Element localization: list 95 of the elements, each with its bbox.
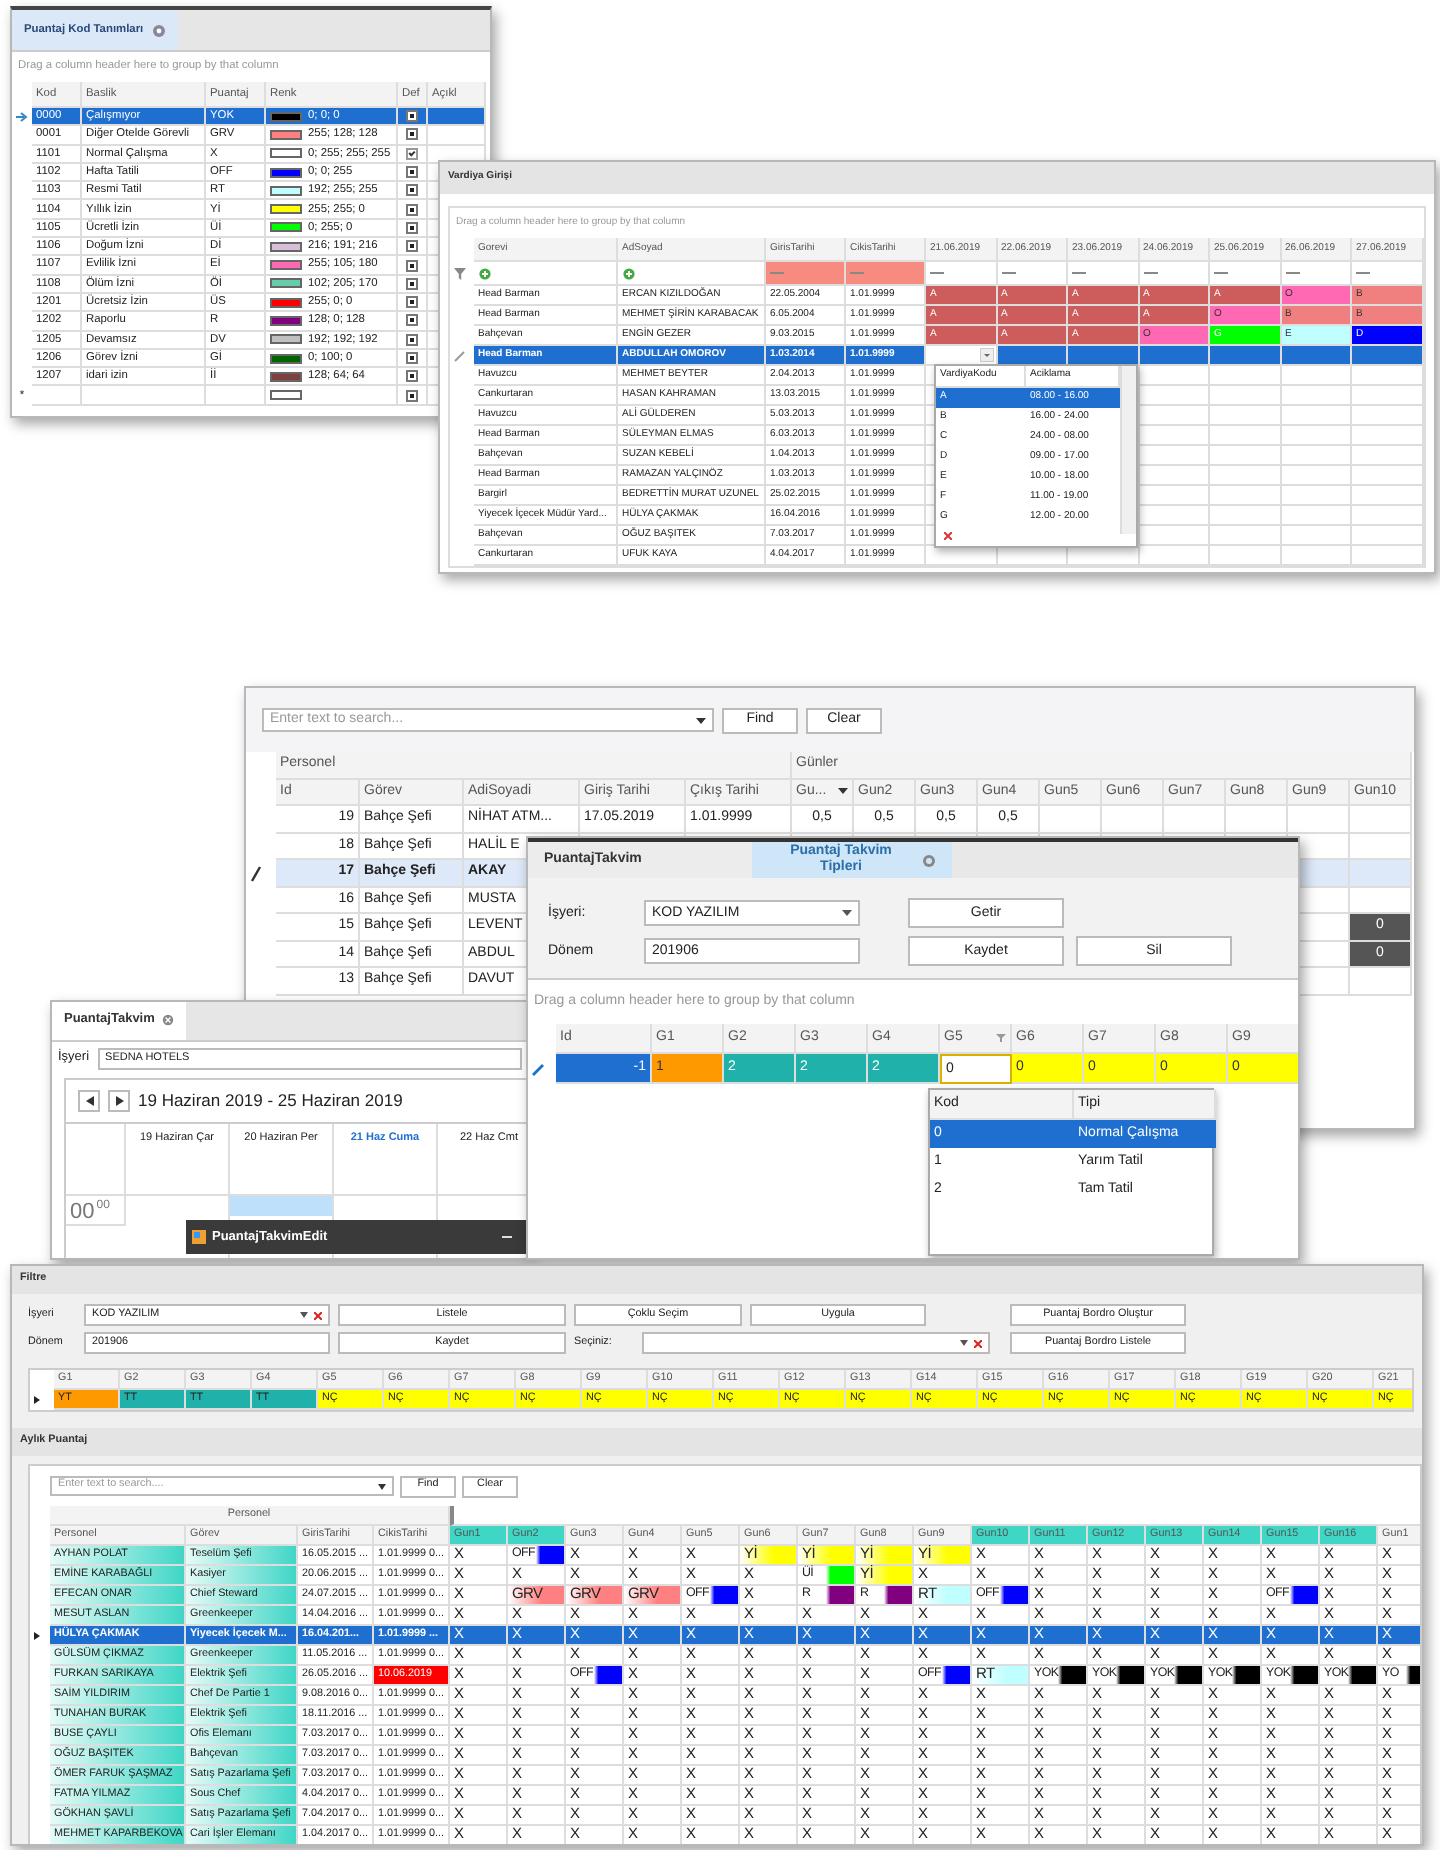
caret-icon <box>842 910 852 916</box>
checkbox[interactable] <box>406 314 418 327</box>
pencil-icon <box>454 350 466 362</box>
checkbox[interactable] <box>406 259 418 272</box>
checkbox[interactable] <box>406 128 418 141</box>
table-cell <box>1281 466 1352 486</box>
table-cell <box>1281 526 1352 546</box>
caret-icon <box>979 348 993 362</box>
table-cell <box>1288 806 1350 833</box>
table-cell <box>1164 806 1226 833</box>
table-cell <box>1226 806 1288 833</box>
table-cell <box>1281 486 1352 506</box>
right-arrow-icon <box>115 1096 123 1106</box>
checkbox[interactable] <box>406 389 418 402</box>
sort-icon <box>838 788 848 795</box>
table-cell <box>1210 526 1281 546</box>
table-cell <box>1210 346 1281 366</box>
close-icon <box>162 1014 175 1026</box>
color-swatch <box>270 390 302 401</box>
table-cell <box>1210 426 1281 446</box>
table-cell <box>1210 466 1281 486</box>
checkbox[interactable] <box>406 333 418 346</box>
table-cell <box>1210 446 1281 466</box>
row-indicator-icon <box>34 1396 40 1404</box>
checkbox[interactable] <box>406 184 418 197</box>
table-cell <box>1350 968 1412 995</box>
table-cell <box>1139 346 1210 366</box>
table-cell <box>32 386 82 406</box>
filter-icon <box>996 1034 1006 1042</box>
checkbox[interactable] <box>406 166 418 179</box>
checkbox[interactable] <box>406 221 418 234</box>
dropdown-field[interactable] <box>642 1332 990 1354</box>
dropdown-field[interactable] <box>926 346 997 366</box>
caret-icon <box>378 1483 386 1489</box>
table-cell <box>82 386 206 406</box>
checkbox[interactable] <box>406 352 418 364</box>
checkbox[interactable] <box>406 203 418 216</box>
settings-icon <box>151 23 166 37</box>
pencil-icon <box>250 865 262 882</box>
checkbox[interactable] <box>406 240 418 253</box>
minimize-icon <box>502 1236 512 1238</box>
table-cell <box>1210 486 1281 506</box>
table-cell <box>1210 406 1281 426</box>
filter-operator-icon <box>622 267 636 279</box>
equals-icon <box>1143 270 1157 276</box>
equals-icon <box>850 270 864 276</box>
table-cell <box>1281 506 1352 526</box>
table-cell <box>1350 860 1412 887</box>
table-cell <box>1350 806 1412 833</box>
filter-cell[interactable] <box>474 262 618 286</box>
equals-icon <box>1001 270 1015 276</box>
filter-operator-icon <box>478 267 492 279</box>
table-cell <box>1281 446 1352 466</box>
caret-icon <box>300 1311 308 1317</box>
clear-icon <box>944 532 952 540</box>
filter-cell[interactable] <box>766 262 846 286</box>
previous-button[interactable] <box>78 1090 100 1112</box>
table-cell <box>1210 386 1281 406</box>
row-indicator-icon <box>34 1632 40 1640</box>
table-cell <box>1281 346 1352 366</box>
filter-cell[interactable] <box>618 262 766 286</box>
left-arrow-icon <box>85 1096 93 1106</box>
scrollbar[interactable] <box>1120 366 1136 534</box>
table-cell <box>1281 406 1352 426</box>
checkbox[interactable] <box>406 370 418 383</box>
caret-icon <box>696 717 706 723</box>
clear-icon <box>314 1311 322 1319</box>
filter-icon <box>454 268 466 280</box>
checkbox[interactable] <box>406 296 418 309</box>
equals-icon <box>930 270 944 276</box>
table-cell <box>1281 366 1352 386</box>
arrow-icon <box>16 112 28 123</box>
equals-icon <box>1285 270 1299 276</box>
clear-icon <box>974 1339 982 1347</box>
equals-icon <box>1356 270 1370 276</box>
caret-icon <box>960 1339 968 1345</box>
checkbox[interactable] <box>406 147 418 160</box>
pencil-icon <box>532 1063 544 1075</box>
checkbox[interactable] <box>406 277 418 290</box>
table-cell <box>1040 806 1102 833</box>
table-cell <box>1281 386 1352 406</box>
time-label: 00 <box>70 1200 95 1225</box>
app-icon <box>192 1230 206 1244</box>
equals-icon <box>1072 270 1086 276</box>
next-button[interactable] <box>108 1090 130 1112</box>
filter-cell[interactable] <box>846 262 926 286</box>
close-icon <box>922 853 936 867</box>
checkbox[interactable] <box>406 110 418 123</box>
table-cell <box>1102 806 1164 833</box>
table-cell <box>1281 426 1352 446</box>
date-range: 19 Haziran 2019 - 25 Haziran 2019 <box>138 1091 403 1111</box>
table-cell <box>1210 366 1281 386</box>
equals-icon <box>770 270 784 276</box>
table-cell <box>1210 506 1281 526</box>
equals-icon <box>1214 270 1228 276</box>
